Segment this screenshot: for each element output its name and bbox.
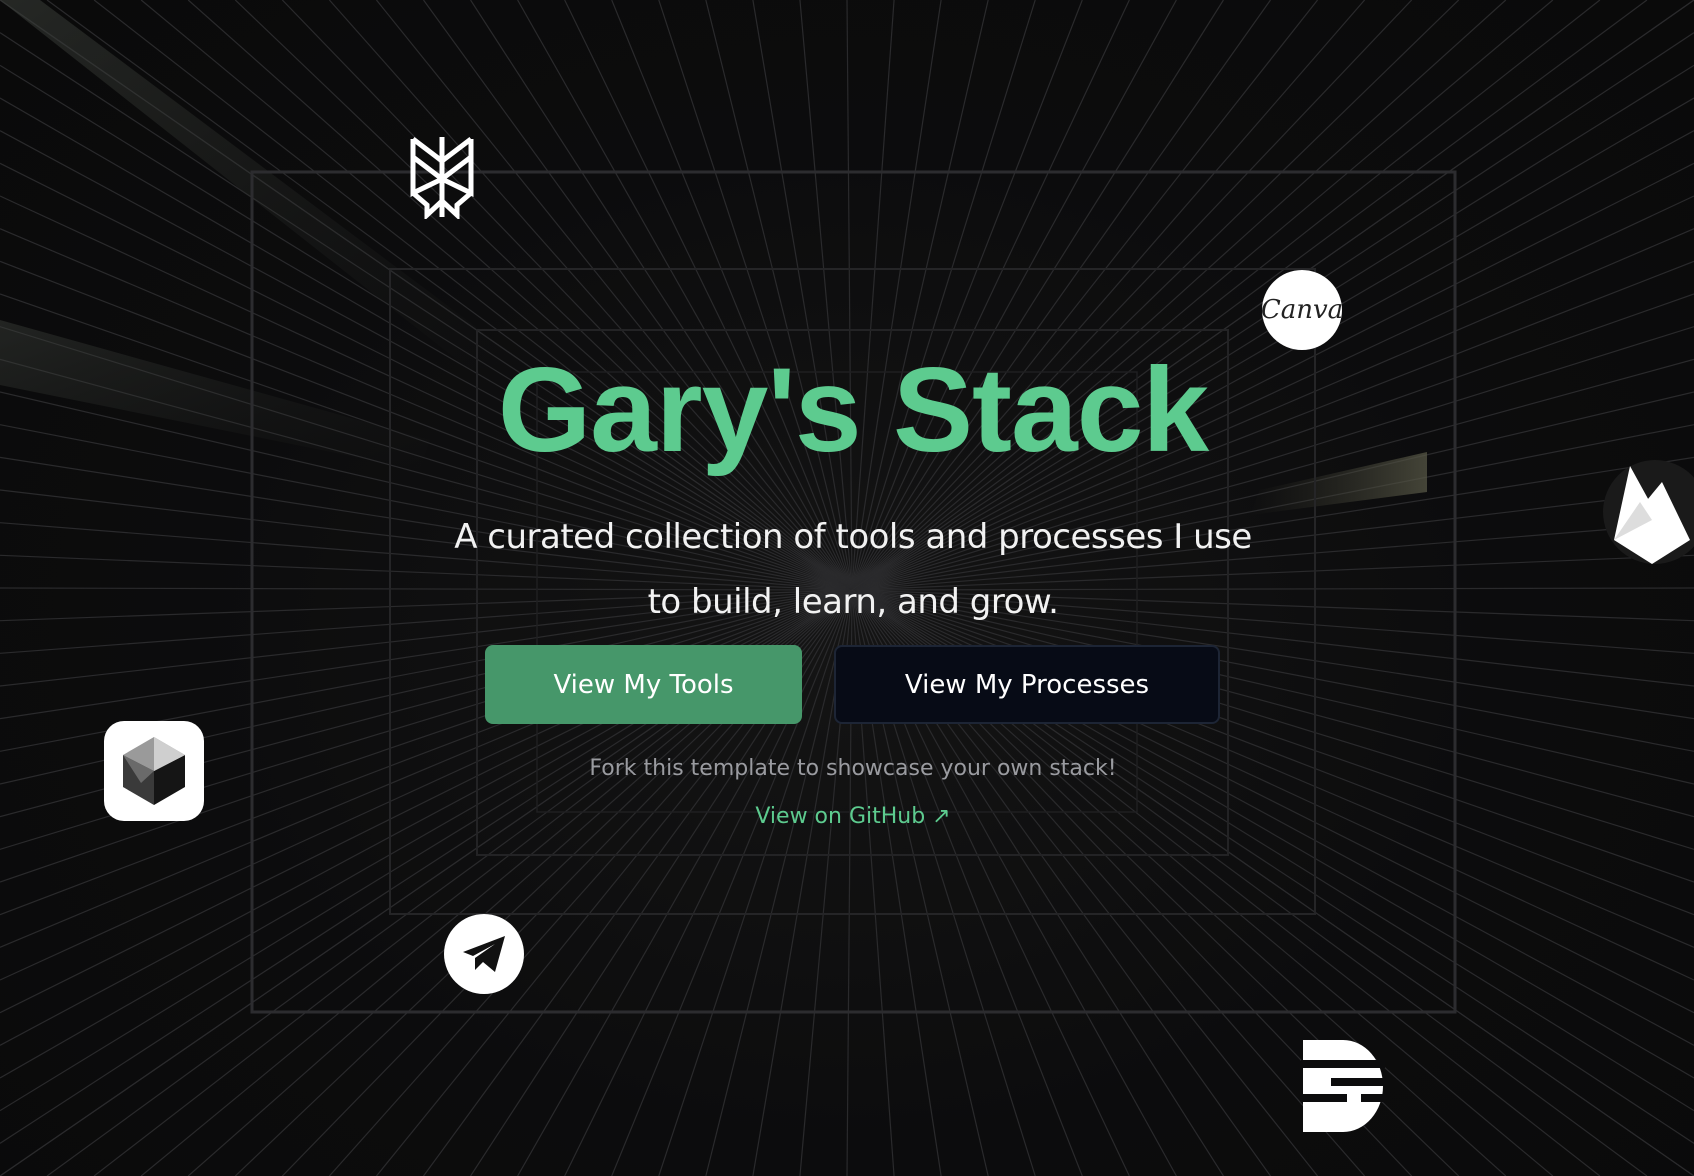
- github-link[interactable]: View on GitHub ↗: [0, 804, 1694, 829]
- fork-template-text: Fork this template to showcase your own …: [589, 756, 1117, 781]
- hero-stage: Canva Gary's Stack A curated collection …: [0, 0, 1694, 1176]
- hero-section: Gary's Stack A curated collection of too…: [0, 345, 1694, 635]
- cta-buttons: View My Tools View My Processes: [485, 645, 1221, 725]
- view-processes-button[interactable]: View My Processes: [834, 645, 1220, 724]
- view-tools-button[interactable]: View My Tools: [485, 645, 802, 724]
- canva-icon: Canva: [1260, 270, 1344, 350]
- page-subtitle: A curated collection of tools and proces…: [454, 517, 1252, 622]
- perplexity-icon: [402, 132, 482, 222]
- strapi-icon: [1298, 1036, 1388, 1136]
- telegram-icon: [444, 914, 524, 994]
- page-title: Gary's Stack: [497, 343, 1209, 477]
- canva-logo-text: Canva: [1260, 295, 1344, 325]
